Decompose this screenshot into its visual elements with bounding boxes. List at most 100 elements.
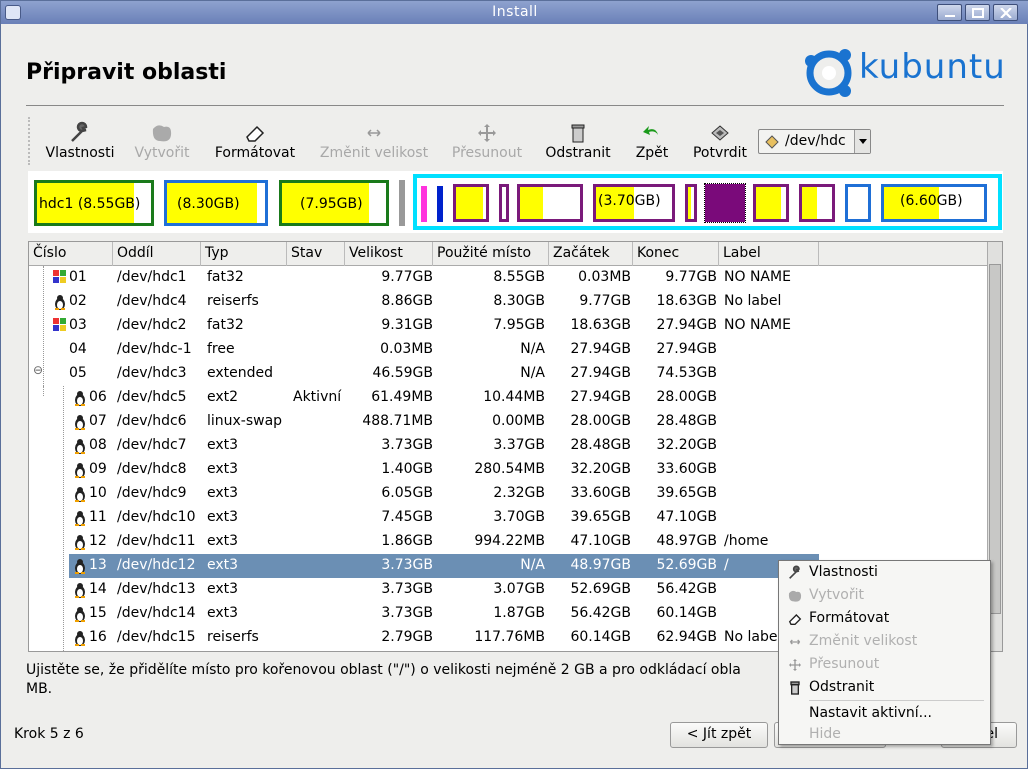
partition-block-hdc14[interactable] (799, 184, 835, 222)
toolbar-create-button[interactable]: Vytvořit (130, 115, 194, 167)
chevron-down-icon[interactable] (854, 130, 870, 153)
partition-block-hdc5[interactable] (421, 186, 427, 222)
cell-type: fat32 (207, 317, 244, 333)
partition-block-hdc10[interactable]: (3.70GB) (593, 184, 675, 222)
cell-type: ext3 (207, 509, 239, 525)
table-row[interactable]: 11/dev/hdc10 ext3 7.45GB 3.70GB 39.65GB 47.10… (29, 506, 987, 530)
cell-used: 3.70GB (493, 509, 545, 525)
kubuntu-logo: kubuntu (801, 43, 1011, 101)
column-header-4[interactable]: Velikost (345, 242, 433, 266)
table-row[interactable]: ⊖ 05/dev/hdc3 extended 46.59GB N/A 27.94GB 74.… (29, 362, 987, 386)
context-menu-item-5[interactable]: Odstranit (779, 677, 990, 700)
toolbar-properties-button[interactable]: Vlastnosti (42, 115, 118, 167)
column-header-8[interactable]: Label (719, 242, 819, 266)
column-header-3[interactable]: Stav (287, 242, 345, 266)
column-header-6[interactable]: Začátek (549, 242, 633, 266)
toolbar-label: Vlastnosti (45, 145, 115, 161)
toolbar-move-button[interactable]: Přesunout (446, 115, 528, 167)
table-row[interactable]: 07/dev/hdc6 linux-swap 488.71MB 0.00MB 28.00… (29, 410, 987, 434)
cell-end: 28.00GB (656, 389, 717, 405)
column-header-2[interactable]: Typ (201, 242, 287, 266)
table-row[interactable]: 04/dev/hdc-1 free 0.03MB N/A 27.94GB 27.94GB (29, 338, 987, 362)
extended-partition-block[interactable]: (3.70GB) (6.60GB) (413, 174, 1002, 230)
partition-block-hdc2[interactable]: (7.95GB) (279, 180, 389, 226)
toolbar-delete-button[interactable]: Odstranit (540, 115, 616, 167)
context-menu-label: Hide (809, 726, 841, 742)
minimize-button[interactable] (937, 4, 962, 21)
context-menu-label: Přesunout (809, 656, 880, 672)
cell-used: 1.87GB (493, 605, 545, 621)
table-row[interactable]: 03/dev/hdc2 fat32 9.31GB 7.95GB 18.63GB 27.94… (29, 314, 987, 338)
context-menu-item-1[interactable]: Vytvořit (779, 585, 990, 608)
toolbar-grip[interactable] (28, 117, 32, 165)
table-row[interactable]: 10/dev/hdc9 ext3 6.05GB 2.32GB 33.60GB 39.65G… (29, 482, 987, 506)
cell-part: /dev/hdc1 (117, 269, 187, 285)
cell-size: 3.73GB (381, 581, 433, 597)
maximize-button[interactable] (965, 4, 990, 21)
column-header-7[interactable]: Konec (633, 242, 719, 266)
context-menu-item-0[interactable]: Vlastnosti (779, 562, 990, 585)
context-menu-item-4[interactable]: Přesunout (779, 654, 990, 677)
title-bar[interactable]: Install (1, 1, 1028, 24)
partition-block-hdc1[interactable]: hdc1 (8.55GB) (34, 180, 154, 226)
partition-block-hdc11[interactable] (685, 184, 697, 222)
context-menu-item-6[interactable]: Nastavit aktivní... (779, 703, 990, 726)
table-row[interactable]: 09/dev/hdc8 ext3 1.40GB 280.54MB 32.20GB 33.6… (29, 458, 987, 482)
cell-used: 994.22MB (474, 533, 545, 549)
table-row[interactable]: 12/dev/hdc11 ext3 1.86GB 994.22MB 47.10GB 48.… (29, 530, 987, 554)
windows-icon (53, 270, 67, 288)
free-space-block[interactable] (399, 180, 405, 226)
partition-block-hdc15[interactable] (845, 184, 871, 222)
device-select[interactable]: /dev/hdc (758, 129, 871, 154)
cell-end: 56.42GB (656, 581, 717, 597)
cell-used: 8.30GB (493, 293, 545, 309)
context-menu-item-7[interactable]: Hide (779, 724, 990, 747)
toolbar-format-button[interactable]: Formátovat (208, 115, 302, 167)
partition-block-hdc6[interactable] (437, 186, 443, 222)
collapse-icon[interactable]: ⊖ (33, 363, 43, 377)
cell-state: Aktivní (293, 389, 342, 405)
context-menu-item-2[interactable]: Formátovat (779, 608, 990, 631)
partition-block-hdc8[interactable] (499, 184, 509, 222)
cell-used: 2.32GB (493, 485, 545, 501)
table-row[interactable]: 01/dev/hdc1 fat32 9.77GB 8.55GB 0.03MB 9.77GB… (29, 266, 987, 290)
cell-part: /dev/hdc6 (117, 413, 187, 429)
partition-block-hdc4[interactable]: (8.30GB) (164, 180, 268, 226)
cell-part: /dev/hdc10 (117, 509, 196, 525)
resize-icon (367, 129, 381, 137)
partition-block-hdc13[interactable] (753, 184, 789, 222)
close-button[interactable] (993, 4, 1018, 21)
undo-icon (643, 126, 658, 135)
cell-type: ext2 (207, 389, 239, 405)
cell-start: 28.48GB (570, 437, 631, 453)
cell-type: ext3 (207, 461, 239, 477)
column-header-5[interactable]: Použité místo (433, 242, 549, 266)
cell-used: N/A (520, 341, 545, 357)
toolbar-resize-button[interactable]: Změnit velikost (314, 115, 434, 167)
partition-block-hdc7[interactable] (453, 184, 489, 222)
partition-block-hdc16[interactable]: (6.60GB) (881, 184, 987, 222)
cell-size: 7.45GB (381, 509, 433, 525)
trash-icon (571, 124, 585, 143)
table-row[interactable]: 02/dev/hdc4 reiserfs 8.86GB 8.30GB 9.77GB 18.… (29, 290, 987, 314)
partition-block-hdc12-selected[interactable] (704, 183, 746, 223)
cell-num: 11 (89, 509, 107, 525)
linux-icon (73, 582, 87, 602)
table-row[interactable]: 08/dev/hdc7 ext3 3.73GB 3.37GB 28.48GB 32.20G… (29, 434, 987, 458)
column-header-0[interactable]: Číslo (29, 242, 113, 266)
cell-used: N/A (520, 365, 545, 381)
cell-part: /dev/hdc13 (117, 581, 196, 597)
column-header-1[interactable]: Oddíl (113, 242, 201, 266)
cell-part: /dev/hdc2 (117, 317, 187, 333)
cell-num: 03 (69, 317, 87, 333)
tree-line (43, 386, 44, 396)
cell-size: 3.73GB (381, 437, 433, 453)
table-row[interactable]: 13/dev/hdc12 ext3 3.73GB N/A 48.97GB 52.69GB / (69, 554, 819, 578)
context-menu-item-3[interactable]: Změnit velikost (779, 631, 990, 654)
toolbar-apply-button[interactable]: Potvrdit (688, 115, 752, 167)
table-row[interactable]: 06/dev/hdc5 ext2 Aktivní 61.49MB 10.44MB 27.9… (29, 386, 987, 410)
cell-start: 33.60GB (570, 485, 631, 501)
back-button[interactable]: < Jít zpět (670, 722, 768, 748)
toolbar-undo-button[interactable]: Zpět (628, 115, 676, 167)
partition-block-hdc9[interactable] (517, 184, 583, 222)
